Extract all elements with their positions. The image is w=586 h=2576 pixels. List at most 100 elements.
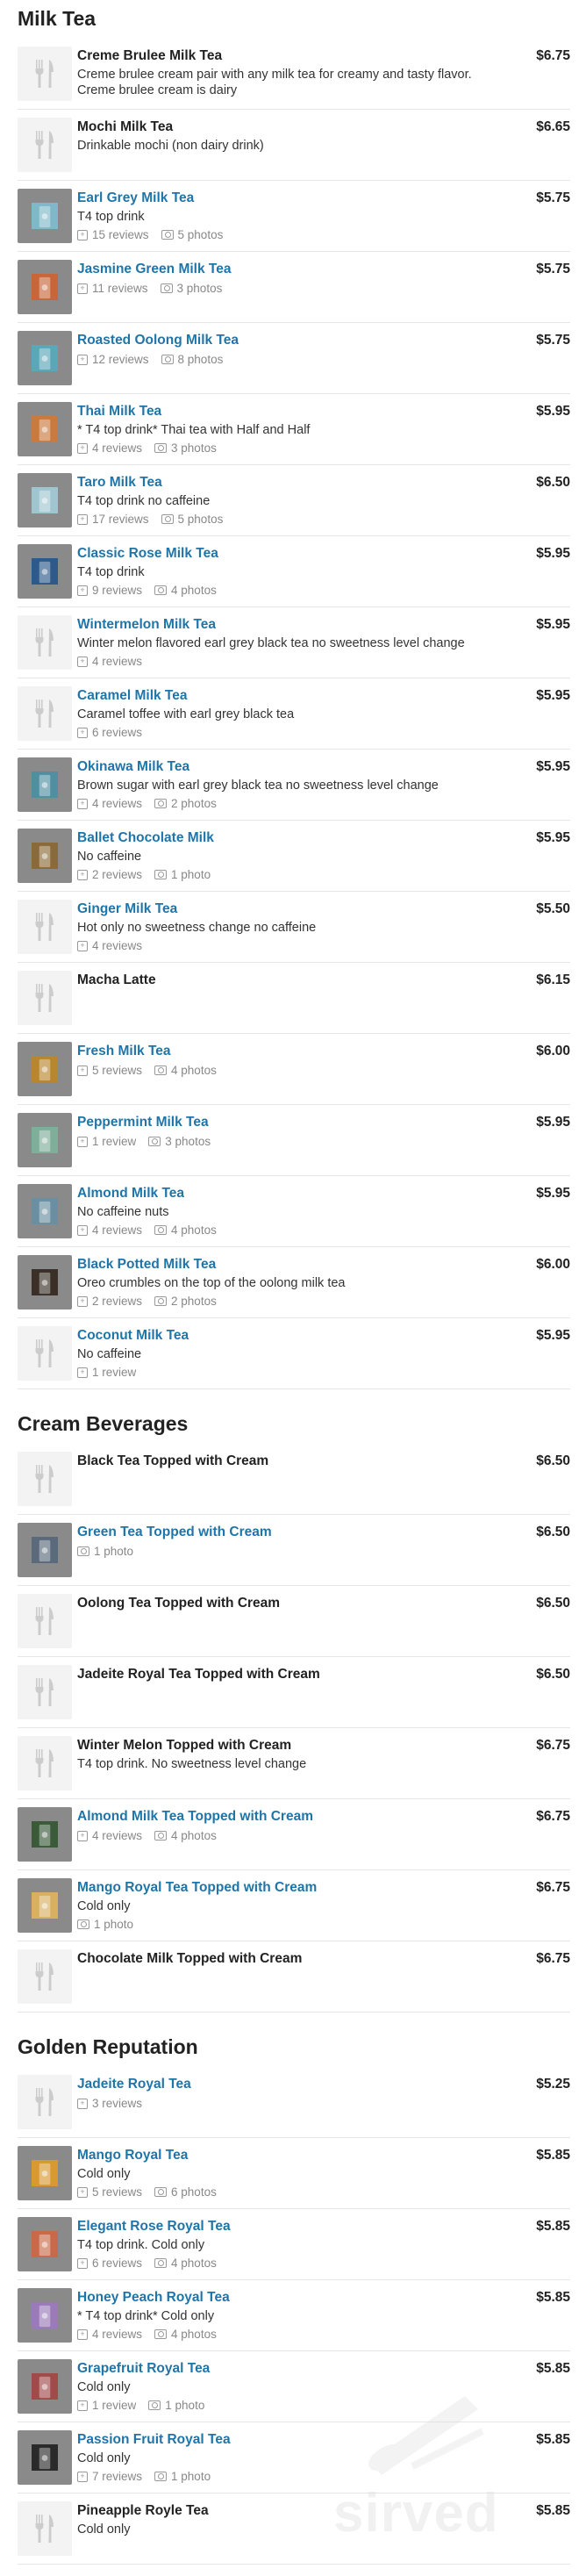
item-name[interactable]: Black Potted Milk Tea: [77, 1256, 500, 1274]
item-name[interactable]: Caramel Milk Tea: [77, 687, 500, 705]
photos-count[interactable]: 6 photos: [154, 2185, 217, 2199]
item-name[interactable]: Green Tea Topped with Cream: [77, 1524, 500, 1541]
photos-count[interactable]: 1 photo: [77, 1917, 133, 1932]
photos-count[interactable]: 4 photos: [154, 1223, 217, 1238]
item-name[interactable]: Jadeite Royal Tea: [77, 2076, 500, 2093]
menu-item[interactable]: Honey Peach Royal Tea * T4 top drink* Col…: [18, 2280, 570, 2351]
item-name[interactable]: Ballet Chocolate Milk: [77, 829, 500, 847]
menu-item[interactable]: Mango Royal Tea Cold only +5 reviews 6 phot…: [18, 2138, 570, 2209]
menu-item[interactable]: Coconut Milk Tea No caffeine +1 review $5.9…: [18, 1318, 570, 1389]
menu-item[interactable]: Jasmine Green Milk Tea +11 reviews 3 photo…: [18, 252, 570, 323]
item-name[interactable]: Almond Milk Tea: [77, 1185, 500, 1202]
item-name[interactable]: Okinawa Milk Tea: [77, 758, 500, 776]
reviews-count[interactable]: +6 reviews: [77, 2256, 142, 2271]
photos-count[interactable]: 3 photos: [160, 281, 222, 296]
item-photo[interactable]: [18, 1255, 72, 1310]
item-name[interactable]: Mango Royal Tea: [77, 2147, 500, 2164]
menu-item[interactable]: Okinawa Milk Tea Brown sugar with earl gr…: [18, 750, 570, 821]
reviews-count[interactable]: +5 reviews: [77, 2185, 142, 2199]
photos-count[interactable]: 4 photos: [154, 1063, 217, 1078]
photos-count[interactable]: 4 photos: [154, 583, 217, 598]
item-name[interactable]: Honey Peach Royal Tea: [77, 2289, 500, 2307]
photos-count[interactable]: 5 photos: [161, 512, 223, 527]
reviews-count[interactable]: +3 reviews: [77, 2096, 142, 2111]
reviews-count[interactable]: +4 reviews: [77, 796, 142, 811]
item-name[interactable]: Almond Milk Tea Topped with Cream: [77, 1808, 500, 1826]
item-photo[interactable]: [18, 1807, 72, 1862]
menu-item[interactable]: Almond Milk Tea Topped with Cream +4 revi…: [18, 1799, 570, 1870]
menu-item[interactable]: Caramel Milk Tea Caramel toffee with earl…: [18, 678, 570, 750]
reviews-count[interactable]: +11 reviews: [77, 281, 148, 296]
item-photo[interactable]: [18, 2359, 72, 2414]
reviews-count[interactable]: +2 reviews: [77, 1294, 142, 1309]
item-name[interactable]: Fresh Milk Tea: [77, 1043, 500, 1060]
item-photo[interactable]: [18, 829, 72, 883]
item-photo[interactable]: [18, 331, 72, 385]
menu-item[interactable]: Mango Royal Tea Topped with Cream Cold on…: [18, 1870, 570, 1941]
reviews-count[interactable]: +17 reviews: [77, 512, 149, 527]
menu-item[interactable]: Green Tea Topped with Cream 1 photo $6.50: [18, 1515, 570, 1586]
item-name[interactable]: Earl Grey Milk Tea: [77, 190, 500, 207]
photos-count[interactable]: 1 photo: [148, 2398, 204, 2413]
reviews-count[interactable]: +15 reviews: [77, 227, 149, 242]
photos-count[interactable]: 1 photo: [154, 2469, 211, 2484]
reviews-count[interactable]: +12 reviews: [77, 352, 149, 367]
photos-count[interactable]: 3 photos: [148, 1134, 211, 1149]
reviews-count[interactable]: +5 reviews: [77, 1063, 142, 1078]
photos-count[interactable]: 5 photos: [161, 227, 223, 242]
reviews-count[interactable]: +9 reviews: [77, 583, 142, 598]
photos-count[interactable]: 1 photo: [77, 1544, 133, 1559]
reviews-count[interactable]: +6 reviews: [77, 725, 142, 740]
item-photo[interactable]: [18, 1523, 72, 1577]
photos-count[interactable]: 4 photos: [154, 2256, 217, 2271]
menu-item[interactable]: Almond Milk Tea No caffeine nuts +4 review…: [18, 1176, 570, 1247]
menu-item[interactable]: Thai Milk Tea * T4 top drink* Thai tea wi…: [18, 394, 570, 465]
menu-item[interactable]: Classic Rose Milk Tea T4 top drink +9 revi…: [18, 536, 570, 607]
reviews-count[interactable]: +4 reviews: [77, 441, 142, 456]
item-photo[interactable]: [18, 544, 72, 599]
reviews-count[interactable]: +4 reviews: [77, 1223, 142, 1238]
item-photo[interactable]: [18, 2146, 72, 2200]
item-photo[interactable]: [18, 2288, 72, 2343]
photos-count[interactable]: 4 photos: [154, 2327, 217, 2342]
reviews-count[interactable]: +7 reviews: [77, 2469, 142, 2484]
reviews-count[interactable]: +2 reviews: [77, 867, 142, 882]
menu-item[interactable]: Taro Milk Tea T4 top drink no caffeine +17…: [18, 465, 570, 536]
photos-count[interactable]: 4 photos: [154, 1828, 217, 1843]
menu-item[interactable]: Wintermelon Milk Tea Winter melon flavore…: [18, 607, 570, 678]
item-name[interactable]: Coconut Milk Tea: [77, 1327, 500, 1345]
item-name[interactable]: Peppermint Milk Tea: [77, 1114, 500, 1131]
item-photo[interactable]: [18, 473, 72, 527]
menu-item[interactable]: Ginger Milk Tea Hot only no sweetness cha…: [18, 892, 570, 963]
reviews-count[interactable]: +4 reviews: [77, 938, 142, 953]
item-photo[interactable]: [18, 1184, 72, 1238]
item-photo[interactable]: [18, 260, 72, 314]
photos-count[interactable]: 2 photos: [154, 796, 217, 811]
reviews-count[interactable]: +1 review: [77, 1365, 136, 1380]
item-name[interactable]: Taro Milk Tea: [77, 474, 500, 492]
item-name[interactable]: Roasted Oolong Milk Tea: [77, 332, 500, 349]
item-name[interactable]: Ginger Milk Tea: [77, 901, 500, 918]
reviews-count[interactable]: +4 reviews: [77, 654, 142, 669]
photos-count[interactable]: 2 photos: [154, 1294, 217, 1309]
photos-count[interactable]: 1 photo: [154, 867, 211, 882]
reviews-count[interactable]: +1 review: [77, 1134, 136, 1149]
photos-count[interactable]: 3 photos: [154, 441, 217, 456]
item-name[interactable]: Mango Royal Tea Topped with Cream: [77, 1879, 500, 1897]
item-photo[interactable]: [18, 2430, 72, 2485]
menu-item[interactable]: Fresh Milk Tea +5 reviews 4 photos $6.00: [18, 1034, 570, 1105]
item-photo[interactable]: [18, 402, 72, 456]
reviews-count[interactable]: +1 review: [77, 2398, 136, 2413]
item-photo[interactable]: [18, 2217, 72, 2271]
item-name[interactable]: Jasmine Green Milk Tea: [77, 261, 500, 278]
item-name[interactable]: Thai Milk Tea: [77, 403, 500, 420]
item-photo[interactable]: [18, 757, 72, 812]
menu-item[interactable]: Elegant Rose Royal Tea T4 top drink. Cold…: [18, 2209, 570, 2280]
menu-item[interactable]: Roasted Oolong Milk Tea +12 reviews 8 phot…: [18, 323, 570, 394]
item-photo[interactable]: [18, 1042, 72, 1096]
item-name[interactable]: Classic Rose Milk Tea: [77, 545, 500, 563]
photos-count[interactable]: 8 photos: [161, 352, 223, 367]
item-name[interactable]: Wintermelon Milk Tea: [77, 616, 500, 634]
item-photo[interactable]: [18, 189, 72, 243]
item-name[interactable]: Grapefruit Royal Tea: [77, 2360, 500, 2378]
